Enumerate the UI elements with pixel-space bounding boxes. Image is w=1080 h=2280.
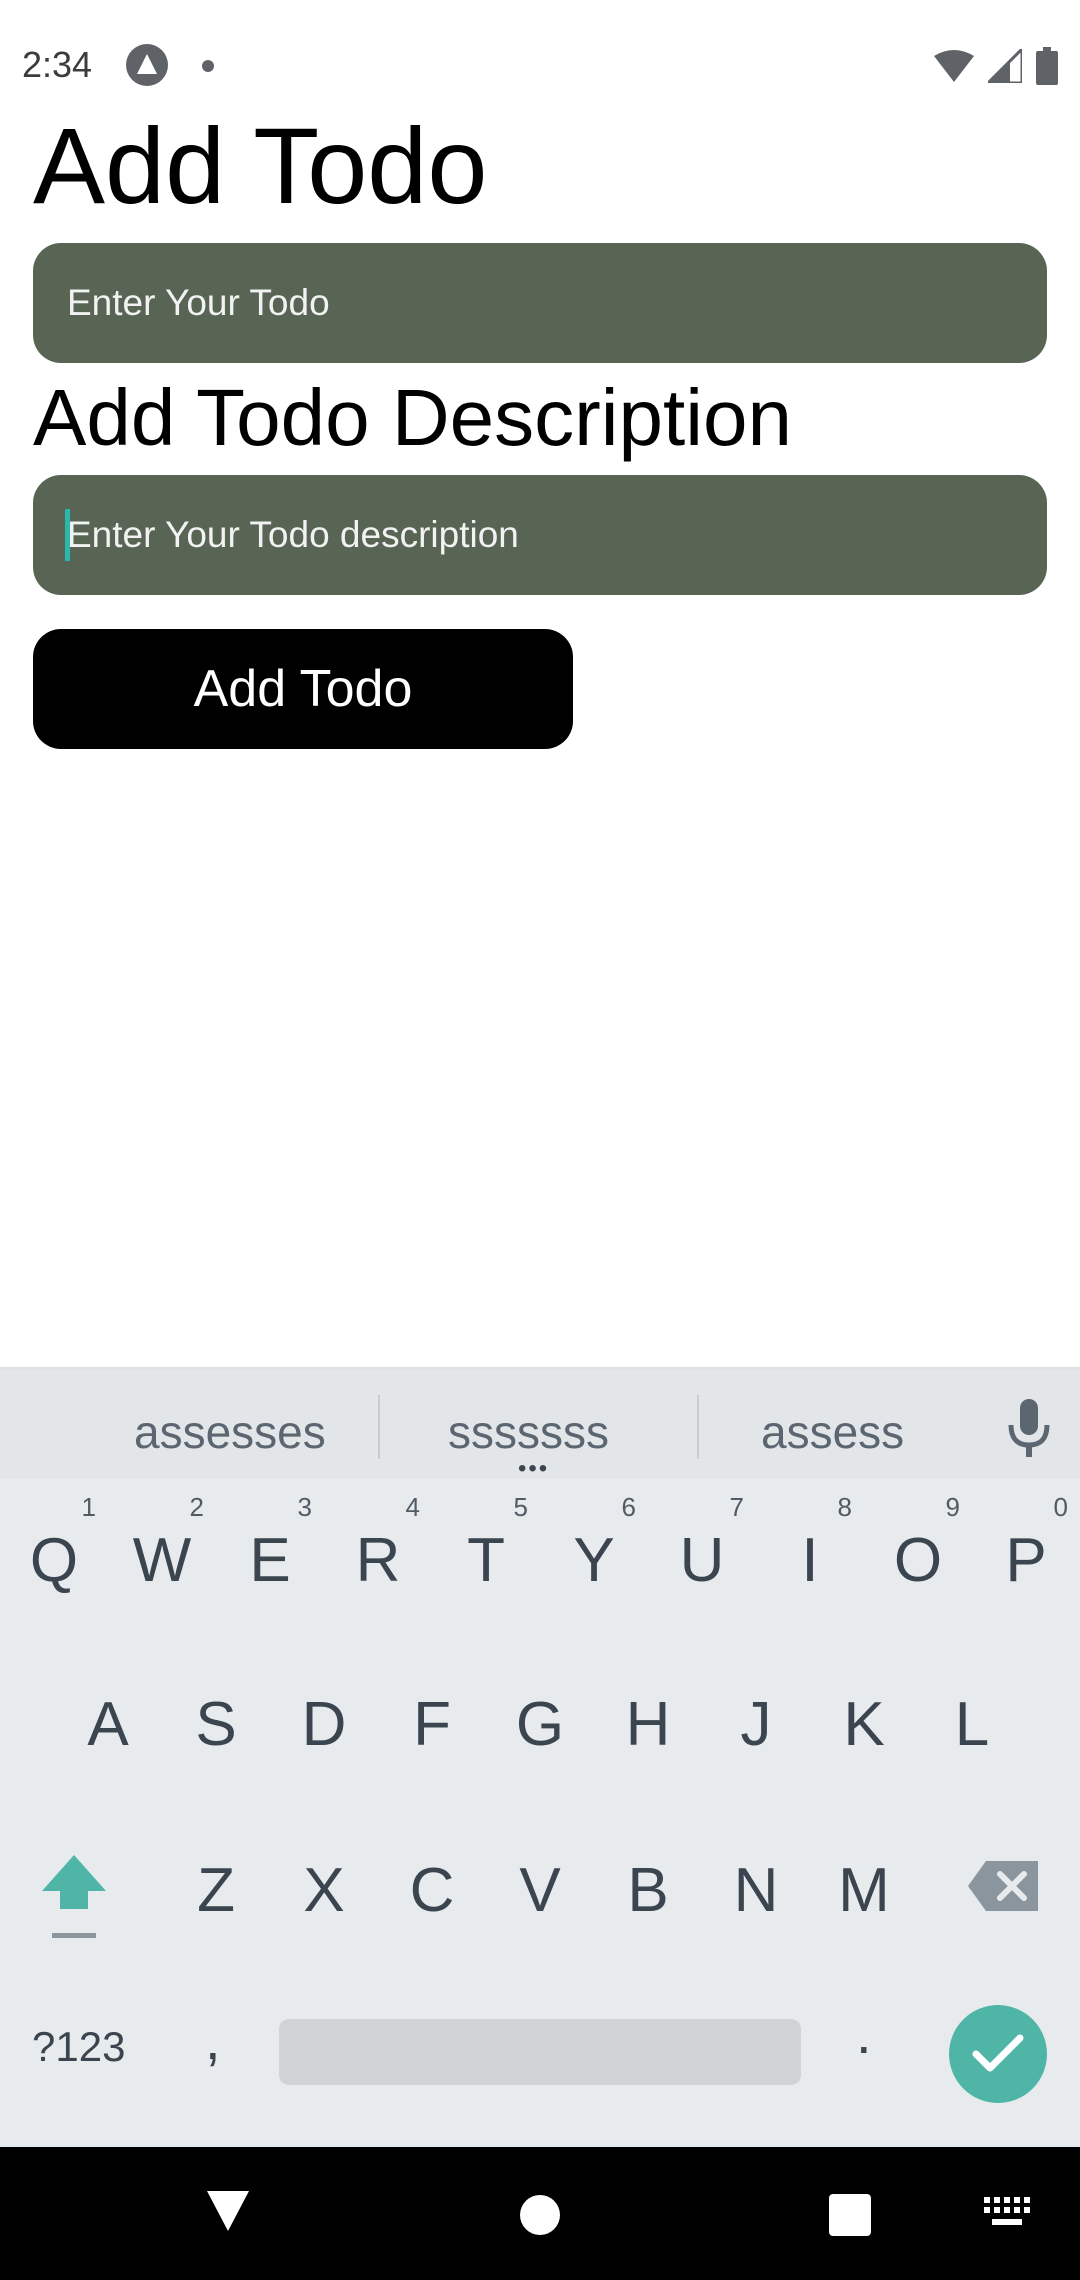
microphone-icon[interactable]: [1006, 1399, 1052, 1459]
key-p[interactable]: P0: [976, 1486, 1076, 1636]
keyboard-row-3: Z X C V B N M: [0, 1816, 1080, 1966]
app-notification-icon: [126, 44, 168, 86]
todo-description-input[interactable]: Enter Your Todo description: [33, 475, 1047, 595]
todo-title-placeholder: Enter Your Todo: [67, 282, 330, 323]
key-d[interactable]: D: [274, 1650, 374, 1800]
key-x[interactable]: X: [274, 1816, 374, 1966]
key-j[interactable]: J: [706, 1650, 806, 1800]
key-i[interactable]: I8: [760, 1486, 860, 1636]
keyboard-switcher-icon[interactable]: [984, 2197, 1030, 2231]
enter-key[interactable]: [949, 2005, 1047, 2103]
suggestion-divider: [378, 1395, 380, 1459]
key-m[interactable]: M: [814, 1816, 914, 1966]
todo-description-placeholder: Enter Your Todo description: [67, 514, 519, 555]
suggestion-1[interactable]: assesses: [134, 1405, 326, 1459]
shift-key-icon[interactable]: [40, 1851, 108, 1947]
description-title: Add Todo Description: [33, 373, 792, 462]
page-title: Add Todo: [33, 105, 488, 226]
status-time: 2:34: [22, 44, 93, 85]
key-n[interactable]: N: [706, 1816, 806, 1966]
suggestion-bar: assesses sssssss ••• assess: [0, 1367, 1080, 1481]
key-l[interactable]: L: [922, 1650, 1022, 1800]
key-t[interactable]: T5: [436, 1486, 536, 1636]
cellular-signal-icon: [988, 49, 1022, 83]
key-a[interactable]: A: [58, 1650, 158, 1800]
backspace-icon[interactable]: [968, 1861, 1038, 1911]
key-c[interactable]: C: [382, 1816, 482, 1966]
status-bar: 2:34: [0, 0, 1080, 120]
key-q[interactable]: Q1: [4, 1486, 104, 1636]
home-icon[interactable]: [520, 2195, 560, 2235]
key-b[interactable]: B: [598, 1816, 698, 1966]
suggestion-2[interactable]: sssssss: [448, 1405, 609, 1459]
soft-keyboard: assesses sssssss ••• assess Q1 W2 E3 R4 …: [0, 1367, 1080, 2147]
key-g[interactable]: G: [490, 1650, 590, 1800]
comma-key[interactable]: ,: [205, 2007, 221, 2072]
period-key[interactable]: .: [856, 2001, 872, 2066]
key-e[interactable]: E3: [220, 1486, 320, 1636]
navigation-bar: [0, 2147, 1080, 2280]
key-h[interactable]: H: [598, 1650, 698, 1800]
spacebar[interactable]: [279, 2019, 801, 2085]
add-todo-button[interactable]: Add Todo: [33, 629, 573, 749]
key-k[interactable]: K: [814, 1650, 914, 1800]
todo-title-input[interactable]: Enter Your Todo: [33, 243, 1047, 363]
key-s[interactable]: S: [166, 1650, 266, 1800]
text-cursor: [65, 509, 70, 561]
key-r[interactable]: R4: [328, 1486, 428, 1636]
keyboard-row-1: Q1 W2 E3 R4 T5 Y6 U7 I8 O9 P0: [0, 1486, 1080, 1636]
notification-dot-icon: [202, 60, 214, 72]
status-icons: [934, 46, 1058, 86]
key-v[interactable]: V: [490, 1816, 590, 1966]
back-icon[interactable]: [205, 2187, 251, 2233]
key-y[interactable]: Y6: [544, 1486, 644, 1636]
symbols-key[interactable]: ?123: [32, 2023, 125, 2071]
suggestion-divider: [697, 1395, 699, 1459]
suggestion-3[interactable]: assess: [761, 1405, 904, 1459]
recents-icon[interactable]: [829, 2194, 871, 2236]
wifi-icon: [934, 50, 974, 82]
keyboard-row-2: A S D F G H J K L: [0, 1650, 1080, 1800]
checkmark-icon: [972, 2034, 1024, 2072]
key-f[interactable]: F: [382, 1650, 482, 1800]
key-u[interactable]: U7: [652, 1486, 752, 1636]
battery-icon: [1036, 47, 1058, 85]
key-o[interactable]: O9: [868, 1486, 968, 1636]
key-w[interactable]: W2: [112, 1486, 212, 1636]
key-z[interactable]: Z: [166, 1816, 266, 1966]
